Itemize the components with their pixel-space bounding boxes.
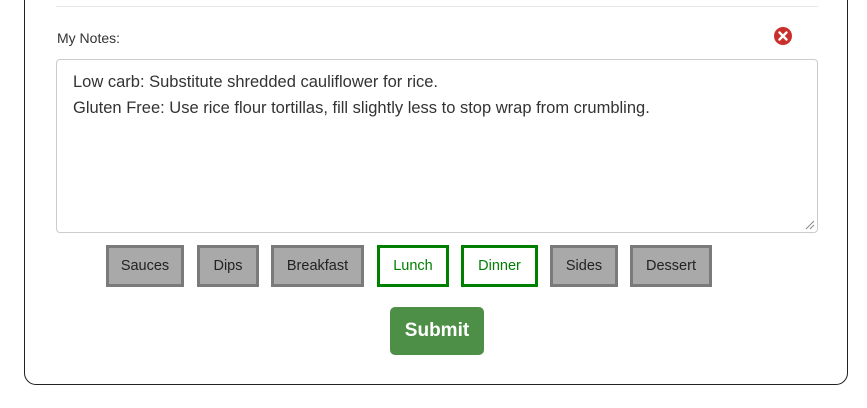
- tag-dinner[interactable]: Dinner: [461, 245, 538, 287]
- tag-dips[interactable]: Dips: [197, 245, 259, 287]
- close-icon[interactable]: [774, 27, 792, 45]
- tag-lunch[interactable]: Lunch: [377, 245, 449, 287]
- tag-sides[interactable]: Sides: [550, 245, 618, 287]
- tag-sauces[interactable]: Sauces: [106, 245, 184, 287]
- tag-dessert[interactable]: Dessert: [630, 245, 712, 287]
- notes-label: My Notes:: [57, 30, 121, 46]
- divider: [56, 6, 818, 7]
- notes-textarea[interactable]: Low carb: Substitute shredded cauliflowe…: [56, 59, 818, 233]
- tag-breakfast[interactable]: Breakfast: [271, 245, 364, 287]
- submit-button[interactable]: Submit: [390, 307, 484, 355]
- resize-handle-icon[interactable]: [803, 218, 815, 230]
